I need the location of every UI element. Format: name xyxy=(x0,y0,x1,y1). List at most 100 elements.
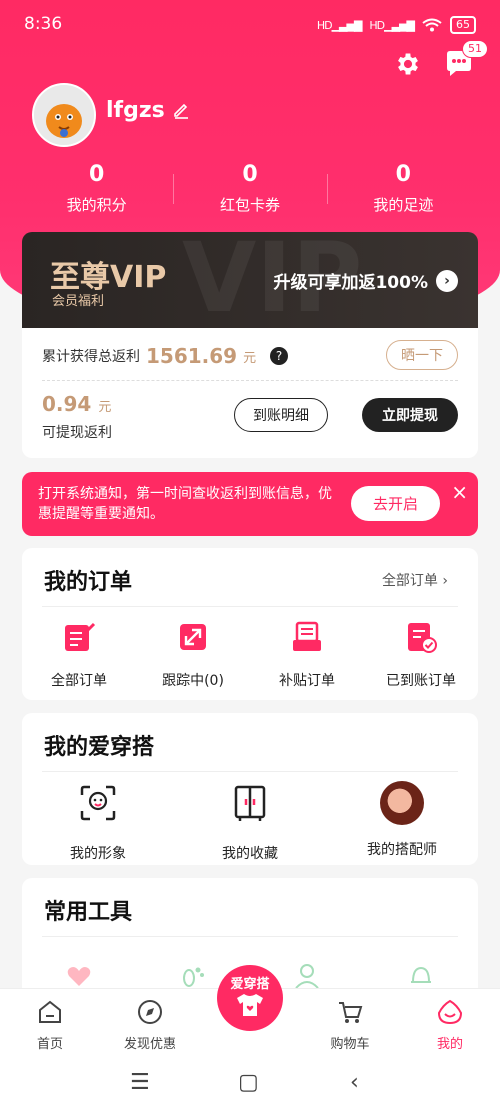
battery-indicator: 65 xyxy=(450,16,476,34)
bell-icon xyxy=(411,966,431,983)
my-image[interactable]: 我的形象 xyxy=(22,783,174,863)
stat-coupons[interactable]: 0 红包卡券 xyxy=(173,160,326,215)
share-button[interactable]: 晒一下 xyxy=(386,340,458,370)
menu-icon[interactable]: ☰ xyxy=(130,1070,150,1095)
smile-face-icon xyxy=(437,999,463,1025)
status-icons: HD▁▃▅▇ HD▁▃▅▇ 65 xyxy=(317,16,476,34)
gear-icon[interactable] xyxy=(394,50,422,78)
edit-pencil-icon[interactable] xyxy=(172,101,190,119)
divider xyxy=(42,936,458,937)
order-subsidy[interactable]: 补贴订单 xyxy=(250,620,364,690)
withdrawable-value: 0.94 xyxy=(42,392,92,416)
vip-cta-label: 升级可享加返100% xyxy=(273,273,428,293)
order-label: 跟踪中(0) xyxy=(162,673,224,689)
tab-mine[interactable]: 我的 xyxy=(405,999,495,1052)
tab-home[interactable]: 首页 xyxy=(5,999,95,1052)
vip-banner[interactable]: VIP 至尊VIP 会员福利 升级可享加返100% › xyxy=(22,232,478,328)
order-shortcuts: 全部订单 跟踪中(0) 补贴订单 已到账订单 xyxy=(22,620,478,690)
tab-outfit-center[interactable]: 爱穿搭 xyxy=(217,965,283,1031)
outfit-card: 我的爱穿搭 我的形象 我的收藏 我的搭配师 xyxy=(22,713,478,865)
order-label: 全部订单 xyxy=(51,673,107,689)
currency-unit: 元 xyxy=(243,350,257,366)
outfit-shortcuts: 我的形象 我的收藏 我的搭配师 xyxy=(22,781,478,863)
avatar[interactable] xyxy=(32,83,96,147)
stat-footprint[interactable]: 0 我的足迹 xyxy=(326,160,480,215)
tab-discover[interactable]: 发现优惠 xyxy=(105,999,195,1052)
stat-label: 红包卡券 xyxy=(219,196,280,214)
order-check-icon xyxy=(408,623,437,653)
back-icon[interactable]: ‹ xyxy=(350,1070,359,1095)
question-icon[interactable]: ? xyxy=(270,347,289,365)
all-orders-label: 全部订单 xyxy=(381,573,438,589)
outfit-label: 我的收藏 xyxy=(222,846,278,862)
order-list-icon xyxy=(65,622,96,651)
tool-item[interactable] xyxy=(22,962,136,990)
divider xyxy=(42,606,458,607)
my-stylist[interactable]: 我的搭配师 xyxy=(326,781,478,863)
divider xyxy=(42,771,458,772)
divider xyxy=(42,380,458,381)
stat-label: 我的积分 xyxy=(66,196,127,214)
order-credited[interactable]: 已到账订单 xyxy=(364,620,478,690)
stat-value: 0 xyxy=(242,162,258,187)
vip-subtitle: 会员福利 xyxy=(52,294,105,309)
signal-icon-2: HD▁▃▅▇ xyxy=(369,18,415,32)
stat-points[interactable]: 0 我的积分 xyxy=(20,160,173,215)
tool-item[interactable] xyxy=(364,962,478,990)
tshirt-icon xyxy=(237,994,263,1016)
signal-label-1: HD xyxy=(316,18,333,32)
compass-icon xyxy=(138,1000,162,1024)
heart-icon xyxy=(67,967,91,986)
home-icon xyxy=(39,1000,61,1023)
order-label: 已到账订单 xyxy=(386,673,456,689)
withdrawable-value-row: 0.94 元 xyxy=(42,392,111,416)
withdrawable-label: 可提现返利 xyxy=(42,425,112,441)
total-rebate-row: 累计获得总返利 1561.69 元 ? xyxy=(42,344,289,368)
tab-cart[interactable]: 购物车 xyxy=(305,999,395,1052)
wifi-icon xyxy=(422,18,442,32)
enable-notifications-button[interactable]: 去开启 xyxy=(350,486,440,521)
stylist-avatar xyxy=(380,781,424,825)
currency-unit: 元 xyxy=(98,400,112,415)
messages-button[interactable]: 51 xyxy=(444,40,488,78)
status-bar: 8:36 HD▁▃▅▇ HD▁▃▅▇ 65 xyxy=(0,0,500,48)
total-rebate-value: 1561.69 xyxy=(146,344,238,368)
system-nav-bar: ☰ ▢ ‹ xyxy=(0,1058,500,1111)
home-square-icon[interactable]: ▢ xyxy=(238,1070,259,1095)
tab-label: 首页 xyxy=(36,1037,63,1052)
withdraw-button[interactable]: 立即提现 xyxy=(362,398,458,432)
center-tab-label: 爱穿搭 xyxy=(230,977,270,992)
rebate-card: 累计获得总返利 1561.69 元 ? 晒一下 0.94 元 可提现返利 到账明… xyxy=(22,328,478,458)
footprint-icon xyxy=(183,967,204,987)
order-tracking[interactable]: 跟踪中(0) xyxy=(136,620,250,690)
my-collection[interactable]: 我的收藏 xyxy=(174,783,326,863)
tab-label: 发现优惠 xyxy=(123,1037,176,1052)
status-time: 8:36 xyxy=(24,14,63,34)
order-label: 补贴订单 xyxy=(279,673,335,689)
orders-title: 我的订单 xyxy=(44,570,133,595)
details-button[interactable]: 到账明细 xyxy=(234,398,328,432)
signal-icon: HD▁▃▅▇ xyxy=(316,18,363,32)
tracking-icon xyxy=(180,624,206,650)
all-orders-link[interactable]: 全部订单 › xyxy=(382,570,448,590)
stats-row: 0 我的积分 0 红包卡券 0 我的足迹 xyxy=(20,160,480,215)
vip-upgrade-link[interactable]: 升级可享加返100% › xyxy=(273,268,458,293)
stat-label: 我的足迹 xyxy=(373,196,434,214)
total-rebate-label: 累计获得总返利 xyxy=(42,349,140,365)
stat-value: 0 xyxy=(89,162,105,187)
chevron-right-icon: › xyxy=(436,269,458,292)
notification-banner: 打开系统通知，第一时间查收返利到账信息，优惠提醒等重要通知。 去开启 × xyxy=(22,472,478,536)
username: lfgzs xyxy=(106,98,165,123)
receipt-icon xyxy=(293,621,321,651)
cart-icon xyxy=(339,1002,363,1023)
stat-value: 0 xyxy=(395,162,411,187)
notification-text: 打开系统通知，第一时间查收返利到账信息，优惠提醒等重要通知。 xyxy=(38,486,332,522)
signal-label-2: HD xyxy=(369,18,385,32)
close-icon[interactable]: × xyxy=(451,482,468,502)
tab-label: 我的 xyxy=(436,1037,463,1052)
order-all[interactable]: 全部订单 xyxy=(22,620,136,690)
user-icon xyxy=(295,964,319,989)
bottom-tab-bar: 首页 发现优惠 爱穿搭 购物车 我的 xyxy=(0,965,500,1059)
outfit-label: 我的形象 xyxy=(70,846,126,862)
orders-card: 我的订单 全部订单 › 全部订单 跟踪中(0) 补贴订单 已到账订单 xyxy=(22,548,478,700)
